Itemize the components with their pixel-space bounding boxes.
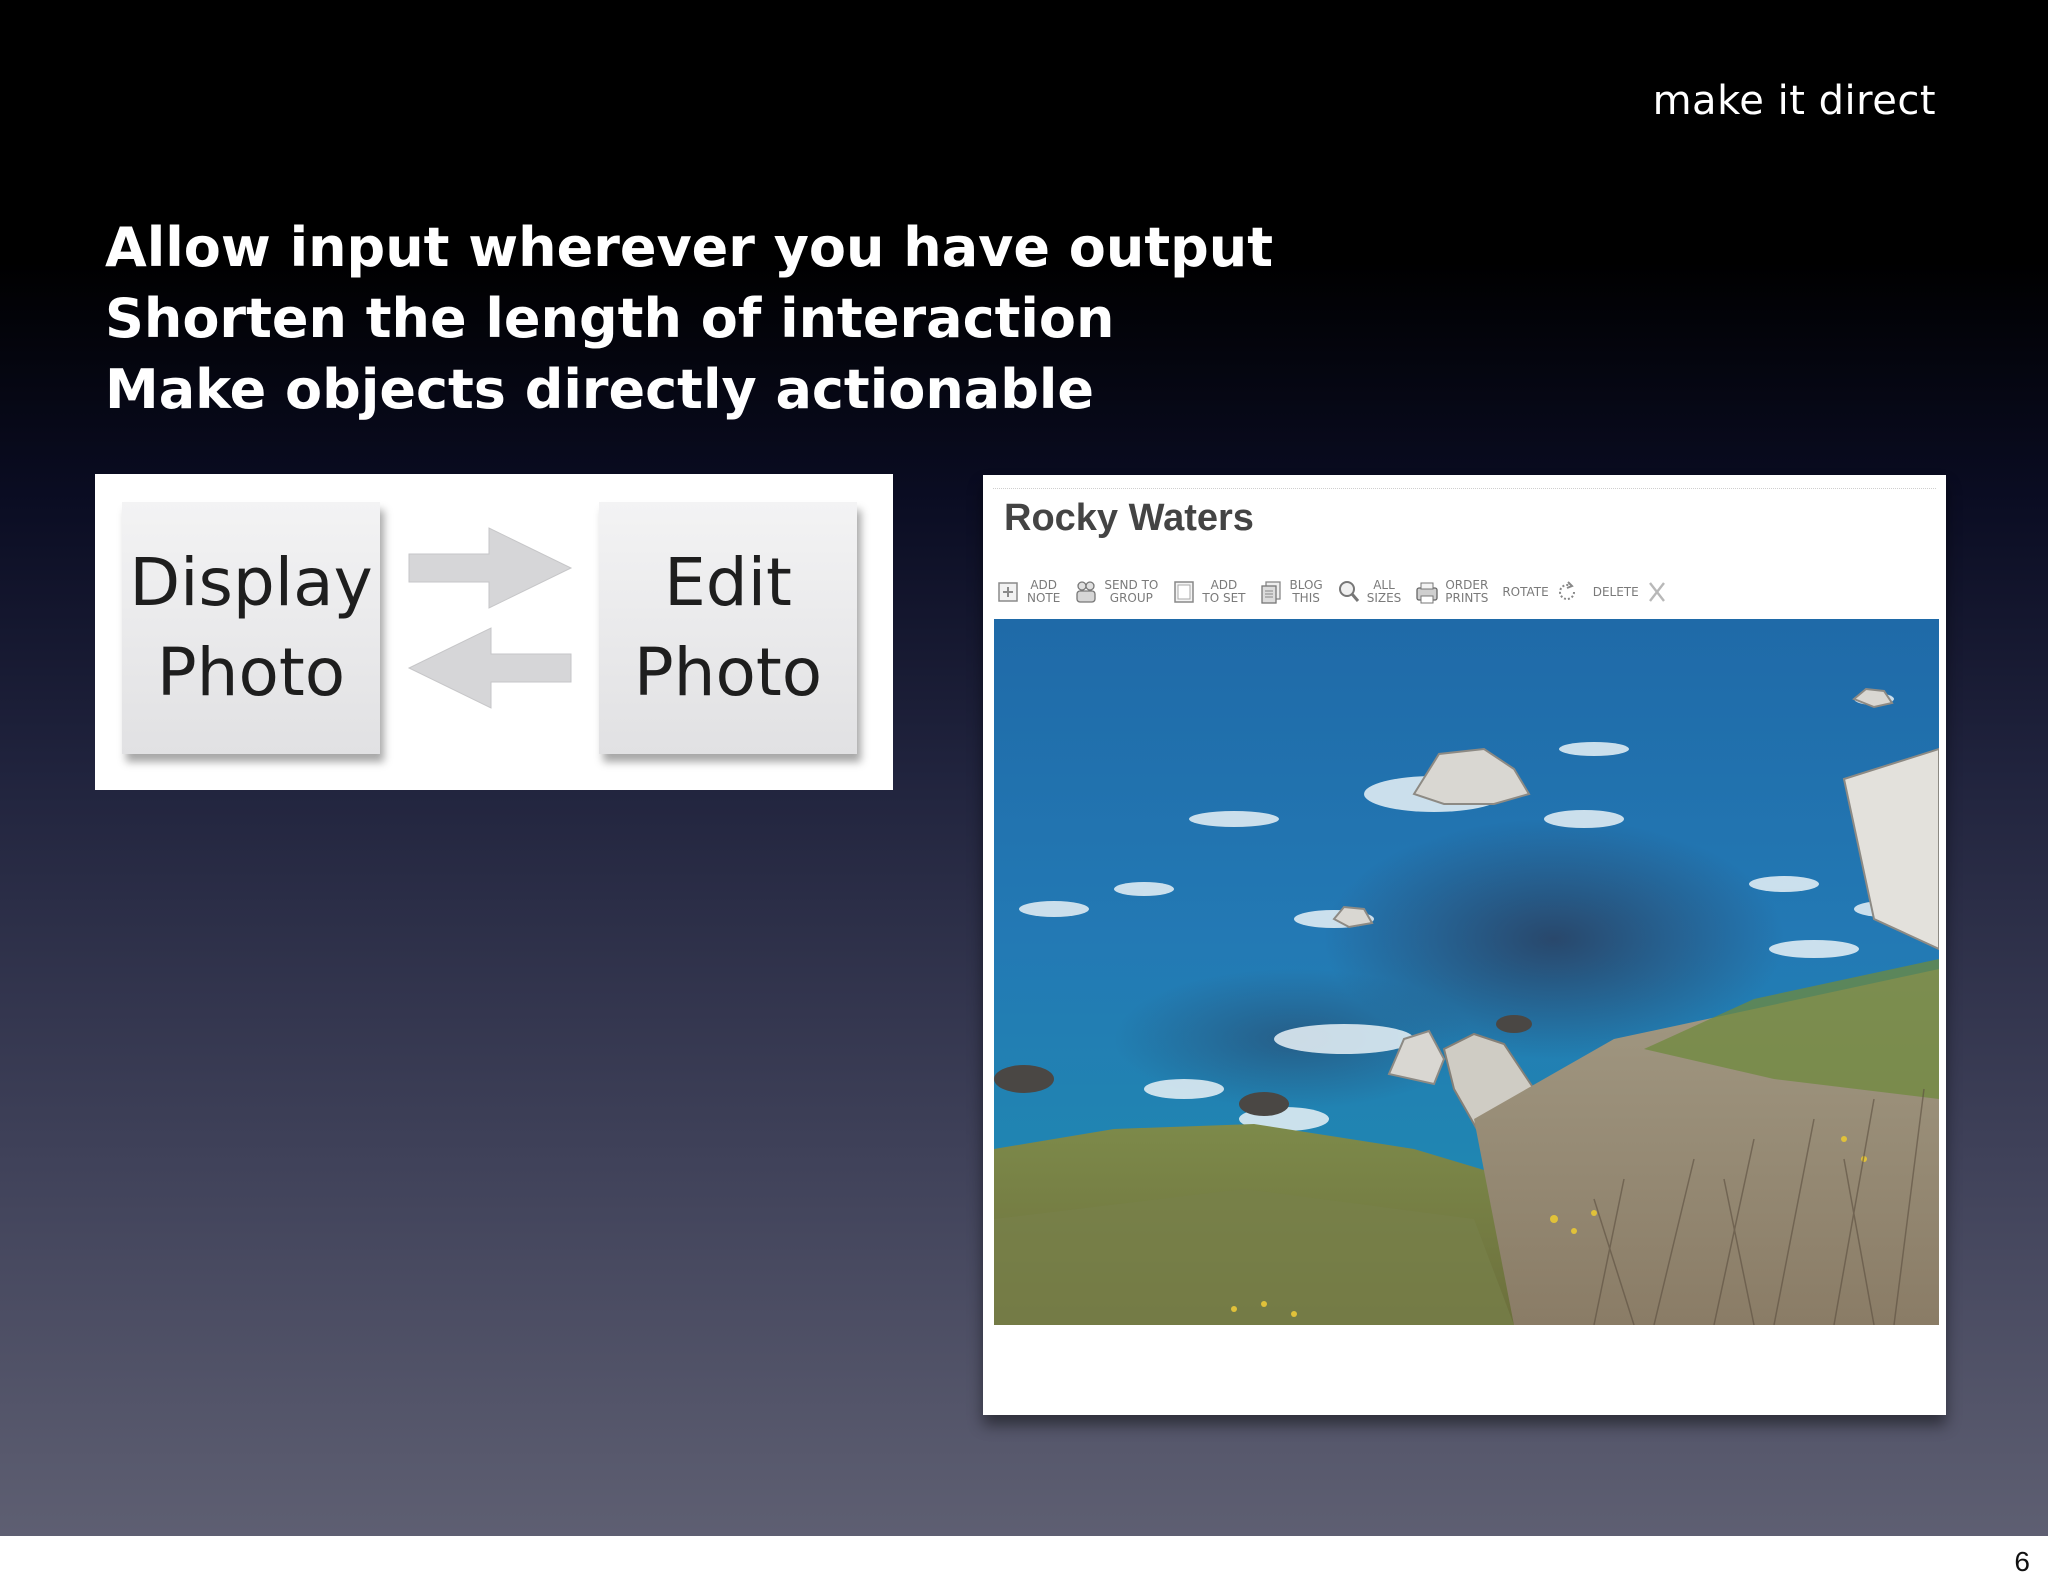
diagram-arrows bbox=[407, 527, 573, 709]
add-note-label: ADD NOTE bbox=[1027, 578, 1061, 605]
slide: make it direct Allow input wherever you … bbox=[0, 0, 2048, 1536]
add-note-icon bbox=[998, 582, 1018, 602]
photo-toolbar: ADD NOTE SEND TO GROUP ADD TO SET BLOG T… bbox=[997, 572, 1683, 612]
send-to-group-icon bbox=[1076, 581, 1096, 603]
send-to-group-button[interactable]: SEND TO GROUP bbox=[1074, 579, 1158, 605]
display-photo-box: Display Photo bbox=[122, 502, 380, 754]
all-sizes-button[interactable]: ALL SIZES bbox=[1337, 578, 1402, 605]
blog-this-icon bbox=[1261, 581, 1282, 604]
bullet-item: Shorten the length of interaction bbox=[105, 287, 1115, 350]
section-label: make it direct bbox=[1652, 78, 1936, 124]
add-note-button[interactable]: ADD NOTE bbox=[997, 579, 1060, 605]
edit-photo-label-line1: Edit bbox=[664, 544, 792, 621]
arrow-right-icon bbox=[408, 527, 573, 609]
coastal-ocean-photo bbox=[994, 619, 1939, 1325]
add-to-set-button[interactable]: ADD TO SET bbox=[1172, 579, 1245, 605]
delete-label: DELETE bbox=[1592, 584, 1639, 599]
send-to-group-label: SEND TO GROUP bbox=[1104, 578, 1159, 605]
photo-title: Rocky Waters bbox=[1004, 497, 1254, 539]
slide-footer: 6 bbox=[0, 1536, 2048, 1587]
add-to-set-icon bbox=[1174, 581, 1195, 603]
rotate-icon bbox=[1558, 581, 1575, 601]
edit-photo-label-line2: Photo bbox=[633, 634, 823, 711]
edit-photo-box: Edit Photo bbox=[599, 502, 857, 754]
all-sizes-label: ALL SIZES bbox=[1366, 578, 1402, 605]
rocky-waters-photo[interactable] bbox=[994, 619, 1939, 1325]
all-sizes-icon bbox=[1338, 581, 1359, 602]
bullet-item: Allow input wherever you have output bbox=[105, 216, 1274, 279]
rotate-label: ROTATE bbox=[1502, 584, 1549, 599]
photo-page-panel: Rocky Waters ADD NOTE SEND TO GROUP ADD … bbox=[983, 475, 1946, 1415]
rotate-button[interactable]: ROTATE bbox=[1502, 579, 1578, 605]
add-to-set-label: ADD TO SET bbox=[1202, 578, 1246, 605]
blog-this-label: BLOG THIS bbox=[1289, 578, 1323, 605]
blog-this-button[interactable]: BLOG THIS bbox=[1259, 578, 1323, 605]
display-edit-diagram: Display Photo Edit Photo bbox=[95, 474, 893, 790]
bullet-list: Allow input wherever you have output Sho… bbox=[105, 212, 1273, 425]
page-number: 6 bbox=[2014, 1546, 2030, 1577]
display-photo-label-line2: Photo bbox=[156, 634, 346, 711]
order-prints-button[interactable]: ORDER PRINTS bbox=[1415, 579, 1488, 605]
delete-button[interactable]: DELETE bbox=[1593, 579, 1669, 605]
delete-icon bbox=[1648, 582, 1665, 602]
arrow-left-icon bbox=[407, 627, 572, 709]
bullet-item: Make objects directly actionable bbox=[105, 358, 1095, 421]
order-prints-label: ORDER PRINTS bbox=[1445, 578, 1489, 605]
order-prints-icon bbox=[1416, 582, 1438, 604]
display-photo-label-line1: Display bbox=[129, 544, 373, 621]
divider bbox=[993, 488, 1936, 489]
